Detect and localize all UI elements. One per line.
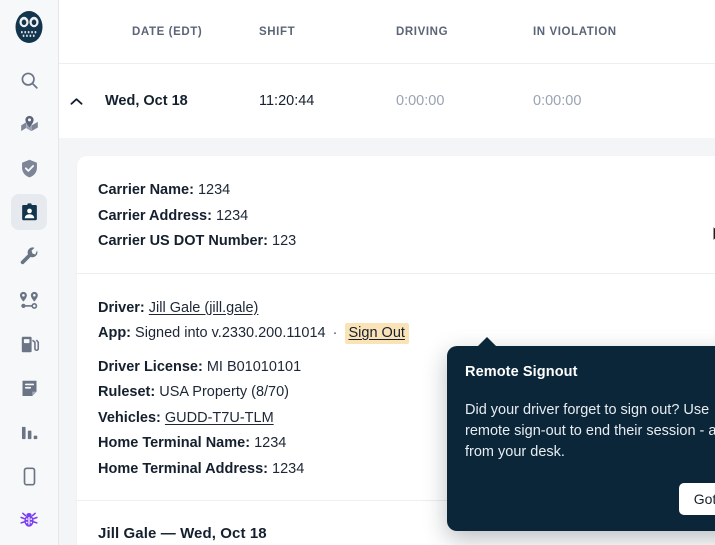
app-version-value: Signed into v.2330.200.11014 — [135, 325, 326, 341]
carrier-address-label: Carrier Address: — [98, 207, 212, 224]
row-date-cell: Wed, Oct 18 — [59, 93, 259, 109]
sidebar-item-reports[interactable] — [11, 414, 47, 450]
route-icon — [18, 290, 40, 311]
row-driving-value: 0:00:00 — [396, 93, 445, 109]
logs-table-header: DATE (EDT) SHIFT DRIVING IN VIOLATION — [59, 0, 715, 64]
wrench-icon — [19, 246, 40, 267]
driver-line: Driver: Jill Gale (jill.gale) — [98, 296, 715, 322]
sidebar-item-documents[interactable] — [11, 370, 47, 406]
popover-body-text: Did your driver forget to sign out? Use … — [465, 402, 715, 460]
driver-label: Driver: — [98, 299, 145, 316]
terminal-address-label: Home Terminal Address: — [98, 460, 269, 477]
carrier-info-block: Carrier Name: 1234 Carrier Address: 1234… — [77, 156, 715, 273]
fuel-pump-icon — [19, 334, 40, 355]
column-header-driving: DRIVING — [396, 25, 449, 38]
carrier-address-value: 1234 — [215, 207, 249, 224]
remote-signout-popover: Remote Signout Did your driver forget to… — [447, 337, 715, 531]
column-header-date: DATE (EDT) — [132, 25, 203, 38]
vehicle-link[interactable]: GUDD-T7U-TLM — [165, 410, 274, 426]
table-row[interactable]: Wed, Oct 18 11:20:44 0:00:00 0:00:00 — [59, 64, 715, 138]
sign-out-link[interactable]: Sign Out — [344, 323, 409, 344]
sidebar-item-maintenance[interactable] — [11, 238, 47, 274]
app-logo[interactable] — [10, 10, 48, 48]
chevron-up-icon[interactable] — [67, 92, 85, 110]
column-header-violation: IN VIOLATION — [533, 25, 617, 38]
sidebar-nav-list — [0, 62, 58, 545]
owl-logo-icon — [14, 10, 44, 49]
mobile-icon — [19, 466, 40, 487]
bar-chart-icon — [19, 422, 40, 443]
terminal-name-value: 1234 — [254, 435, 287, 451]
row-shift-value: 11:20:44 — [259, 93, 315, 109]
primary-sidebar — [0, 0, 59, 545]
sidebar-item-debug[interactable] — [11, 502, 47, 538]
got-it-button[interactable]: Got It — [678, 483, 715, 515]
column-header-shift: SHIFT — [259, 25, 296, 38]
sidebar-item-search[interactable] — [11, 62, 47, 98]
carrier-name-label: Carrier Name: — [98, 182, 194, 198]
main-content: DATE (EDT) SHIFT DRIVING IN VIOLATION We… — [59, 0, 715, 545]
license-value: MI B01010101 — [206, 358, 302, 375]
carrier-name-value: 1234 — [197, 182, 231, 198]
shield-check-icon — [19, 158, 40, 179]
app-line: App: Signed into v.2330.200.11014 · Sign… — [98, 321, 715, 347]
sidebar-item-fuel[interactable] — [11, 326, 47, 362]
vehicles-label: Vehicles: — [98, 409, 161, 426]
map-pin-icon — [19, 114, 40, 135]
terminal-address-value: 1234 — [272, 460, 305, 477]
app-separator: · — [332, 325, 338, 341]
popover-header: Remote Signout — [465, 364, 715, 382]
sidebar-item-fleet-map[interactable] — [11, 106, 47, 142]
sidebar-item-safety[interactable] — [11, 150, 47, 186]
carrier-name-line: Carrier Name: 1234 — [98, 178, 715, 204]
search-icon — [19, 70, 40, 91]
popover-title: Remote Signout — [465, 364, 578, 380]
license-label: Driver License: — [98, 358, 203, 375]
ruleset-value: USA Property (8/70) — [159, 384, 289, 400]
sidebar-item-dispatch[interactable] — [11, 282, 47, 318]
ruleset-label: Ruleset: — [98, 384, 156, 400]
sidebar-item-compliance[interactable] — [11, 194, 47, 230]
carrier-dot-line: Carrier US DOT Number: 123 — [98, 229, 715, 255]
row-violation-value: 0:00:00 — [533, 93, 582, 109]
popover-actions: Got It — [465, 483, 715, 515]
id-badge-icon — [19, 202, 40, 223]
carrier-address-line: Carrier Address: 1234 — [98, 204, 715, 230]
row-date-value: Wed, Oct 18 — [105, 93, 188, 109]
terminal-name-label: Home Terminal Name: — [98, 435, 251, 451]
bug-icon — [19, 510, 39, 530]
carrier-dot-value: 123 — [272, 233, 297, 249]
carrier-dot-label: Carrier US DOT Number: — [98, 233, 269, 249]
driver-name-link[interactable]: Jill Gale (jill.gale) — [149, 300, 259, 316]
sidebar-item-devices[interactable] — [11, 458, 47, 494]
app-label: App: — [98, 325, 132, 341]
document-icon — [19, 378, 40, 399]
app-root: DATE (EDT) SHIFT DRIVING IN VIOLATION We… — [0, 0, 715, 545]
